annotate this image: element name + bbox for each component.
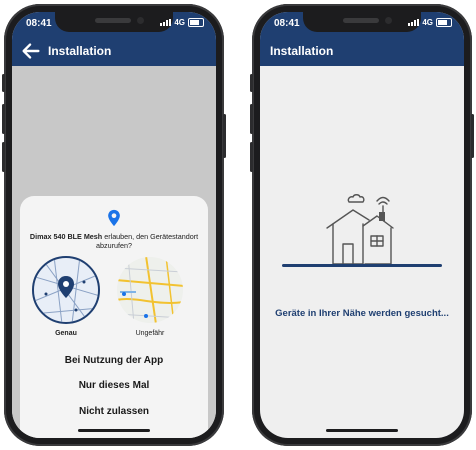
precise-label: Genau bbox=[55, 330, 77, 337]
allow-while-using-button[interactable]: Bei Nutzung der App bbox=[20, 355, 208, 366]
home-indicator[interactable] bbox=[78, 429, 150, 432]
notch bbox=[303, 12, 421, 32]
power-button bbox=[223, 114, 226, 158]
page-title: Installation bbox=[48, 44, 112, 58]
permission-prompt: Dimax 540 BLE Mesh erlauben, den Gerätes… bbox=[26, 232, 202, 250]
screen: 08:41 4G Installation Geräte in Ihrer Nä… bbox=[260, 12, 464, 438]
signal-icon bbox=[408, 19, 420, 26]
home-indicator[interactable] bbox=[326, 429, 398, 432]
battery-icon bbox=[436, 18, 452, 27]
volume-up-button bbox=[250, 104, 253, 134]
status-icons: 4G bbox=[160, 18, 204, 27]
network-type: 4G bbox=[174, 18, 185, 27]
battery-icon bbox=[188, 18, 204, 27]
status-bar: 08:41 4G bbox=[12, 12, 216, 36]
ground-line bbox=[282, 264, 442, 267]
deny-button[interactable]: Nicht zulassen bbox=[20, 406, 208, 417]
status-icons: 4G bbox=[408, 18, 452, 27]
arrow-left-icon[interactable] bbox=[20, 40, 42, 62]
app-name: Dimax 540 BLE Mesh bbox=[29, 232, 103, 241]
status-bar: 08:41 4G bbox=[260, 12, 464, 36]
network-type: 4G bbox=[422, 18, 433, 27]
volume-up-button bbox=[2, 104, 5, 134]
approximate-location-map[interactable] bbox=[116, 256, 184, 324]
permission-message: erlauben, den Gerätestandort abzurufen? bbox=[96, 232, 199, 250]
phone-right: 08:41 4G Installation Geräte in Ihrer Nä… bbox=[250, 4, 474, 446]
notch bbox=[55, 12, 173, 32]
page-title: Installation bbox=[270, 44, 334, 58]
mute-switch bbox=[250, 74, 253, 92]
power-button bbox=[471, 114, 474, 158]
allow-once-button[interactable]: Nur dieses Mal bbox=[20, 380, 208, 391]
volume-down-button bbox=[250, 142, 253, 172]
location-pin-icon bbox=[108, 209, 120, 227]
precise-location-map[interactable] bbox=[32, 256, 100, 324]
status-time: 08:41 bbox=[274, 18, 300, 29]
volume-down-button bbox=[2, 142, 5, 172]
house-wifi-icon bbox=[326, 194, 394, 265]
searching-status: Geräte in Ihrer Nähe werden gesucht... bbox=[275, 308, 449, 319]
mute-switch bbox=[2, 74, 5, 92]
app-bar: Installation bbox=[260, 36, 464, 66]
app-bar: Installation bbox=[12, 36, 216, 66]
status-time: 08:41 bbox=[26, 18, 52, 29]
approximate-label: Ungefähr bbox=[135, 330, 165, 337]
screen: 08:41 4G Installation Dimax 540 BLE Mesh… bbox=[12, 12, 216, 438]
signal-icon bbox=[160, 19, 172, 26]
phone-left: 08:41 4G Installation Dimax 540 BLE Mesh… bbox=[2, 4, 226, 446]
location-permission-dialog: Dimax 540 BLE Mesh erlauben, den Gerätes… bbox=[20, 196, 208, 438]
